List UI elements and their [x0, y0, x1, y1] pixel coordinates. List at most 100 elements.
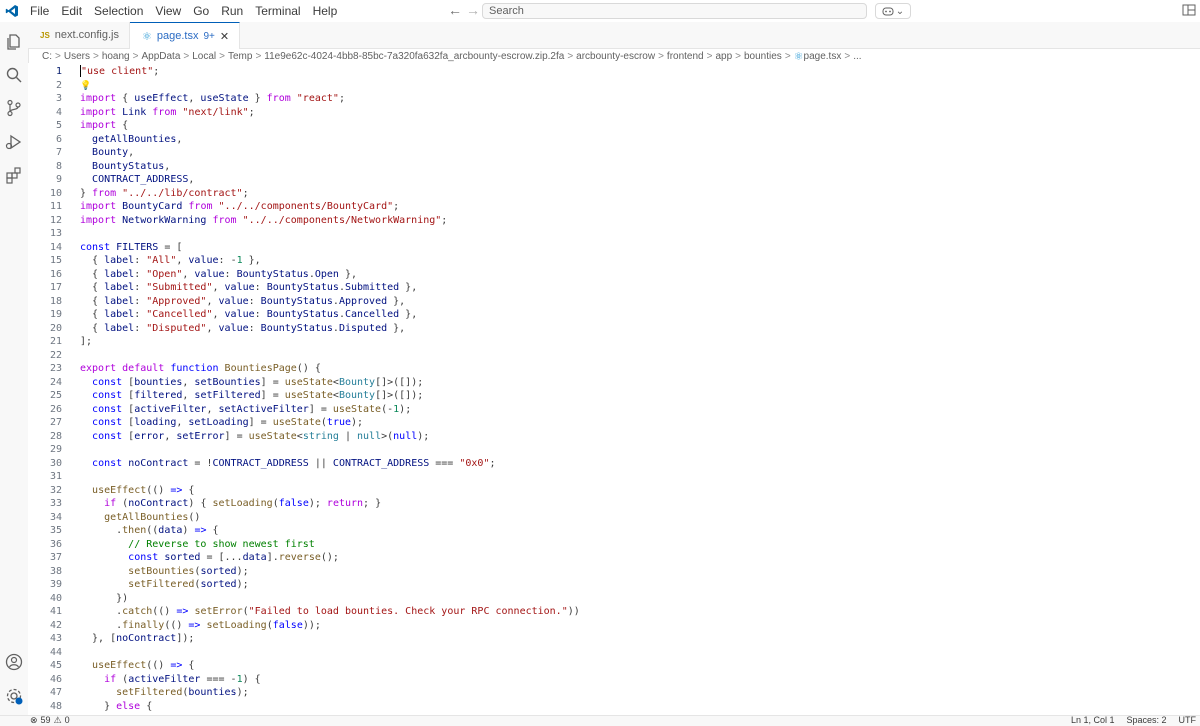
breadcrumb-item[interactable]: hoang	[102, 51, 130, 62]
code-line[interactable]: 35 .then((data) => {	[28, 524, 219, 538]
close-icon[interactable]: ✕	[220, 30, 229, 43]
code-line[interactable]: 11 import BountyCard from "../../componen…	[28, 200, 399, 214]
code-line[interactable]: 22	[28, 349, 80, 363]
code-line[interactable]: 25 const [filtered, setFiltered] = useSt…	[28, 389, 423, 403]
code-line[interactable]: 3 import { useEffect, useState } from "re…	[28, 92, 345, 106]
code-line[interactable]: 46 if (activeFilter === -1) {	[28, 673, 261, 687]
code-line[interactable]: 2 💡	[28, 79, 91, 93]
code-line[interactable]: 33 if (noContract) { setLoading(false); …	[28, 497, 381, 511]
code-line[interactable]: 45 useEffect(() => {	[28, 659, 194, 673]
code-line[interactable]: 48 } else {	[28, 700, 152, 714]
tab-page-tsx[interactable]: ⚛ page.tsx 9+ ✕	[130, 22, 241, 49]
code-line[interactable]: 8 BountyStatus,	[28, 160, 170, 174]
code-line[interactable]: 16 { label: "Open", value: BountyStatus.…	[28, 268, 357, 282]
code-line[interactable]: 26 const [activeFilter, setActiveFilter]…	[28, 403, 411, 417]
breadcrumb-item[interactable]: AppData	[141, 51, 180, 62]
code-line[interactable]: 20 { label: "Disputed", value: BountySta…	[28, 322, 405, 336]
menu-go[interactable]: Go	[187, 0, 215, 22]
breadcrumb-item[interactable]: Local	[192, 51, 216, 62]
code-line[interactable]: 30 const noContract = !CONTRACT_ADDRESS …	[28, 457, 496, 471]
code-line[interactable]: 31	[28, 470, 80, 484]
code-line[interactable]: 14 const FILTERS = [	[28, 241, 182, 255]
code-line[interactable]: 42 .finally(() => setLoading(false));	[28, 619, 321, 633]
breadcrumb-item[interactable]: Temp	[228, 51, 252, 62]
error-count[interactable]: 59	[41, 715, 51, 726]
settings-gear-icon[interactable]	[4, 686, 24, 706]
code-line[interactable]: 15 { label: "All", value: -1 },	[28, 254, 261, 268]
code-line[interactable]: 24 const [bounties, setBounties] = useSt…	[28, 376, 423, 390]
menu-selection[interactable]: Selection	[88, 0, 149, 22]
code-token: ,	[212, 309, 225, 320]
code-line[interactable]: 6 getAllBounties,	[28, 133, 182, 147]
code-line[interactable]: 21];	[28, 335, 92, 349]
menu-edit[interactable]: Edit	[55, 0, 88, 22]
breadcrumb-item[interactable]: bounties	[744, 51, 782, 62]
error-icon[interactable]: ⊗	[30, 715, 38, 726]
menu-file[interactable]: File	[24, 0, 55, 22]
code-line[interactable]: 18 { label: "Approved", value: BountySta…	[28, 295, 405, 309]
explorer-icon[interactable]	[4, 32, 24, 52]
breadcrumb-item[interactable]: arcbounty-escrow	[576, 51, 655, 62]
code-line[interactable]: 4 import Link from "next/link";	[28, 106, 255, 120]
code-line[interactable]: 17 { label: "Submitted", value: BountySt…	[28, 281, 417, 295]
code-line[interactable]: 28 const [error, setError] = useState<st…	[28, 430, 429, 444]
code-line[interactable]: 47 setFiltered(bounties);	[28, 686, 249, 700]
breadcrumb-item[interactable]: C:	[42, 51, 52, 62]
menu-help[interactable]: Help	[307, 0, 344, 22]
warning-icon[interactable]: ⚠	[54, 715, 62, 726]
code-token: ;	[489, 457, 496, 469]
code-line[interactable]: 34 getAllBounties()	[28, 511, 200, 525]
code-line[interactable]: 12 import NetworkWarning from "../../comp…	[28, 214, 447, 228]
code-token: value	[218, 295, 249, 307]
breadcrumb-item[interactable]: page.tsx	[804, 51, 842, 62]
command-center-search[interactable]: Search	[482, 3, 867, 19]
code-line[interactable]: 7 Bounty,	[28, 146, 134, 160]
breadcrumb-item[interactable]: ...	[853, 51, 861, 62]
menu-run[interactable]: Run	[215, 0, 249, 22]
code-line[interactable]: 41 .catch(() => setError("Failed to load…	[28, 605, 580, 619]
code-line[interactable]: 32 useEffect(() => {	[28, 484, 194, 498]
code-line[interactable]: 44	[28, 646, 80, 660]
code-token: from	[92, 187, 117, 199]
tab-next-config[interactable]: JS next.config.js	[28, 22, 130, 48]
breadcrumb-item[interactable]: app	[715, 51, 732, 62]
layout-toggle-icon[interactable]	[1182, 3, 1196, 17]
breadcrumb-item[interactable]: frontend	[667, 51, 704, 62]
lightbulb-icon[interactable]: 💡	[80, 81, 91, 91]
code-line[interactable]: 10} from "../../lib/contract";	[28, 187, 249, 201]
code-line[interactable]: 23 export default function BountiesPage()…	[28, 362, 321, 376]
code-line[interactable]: 38 setBounties(sorted);	[28, 565, 249, 579]
breadcrumb-item[interactable]: 11e9e62c-4024-4bb8-85bc-7a320fa632fa_arc…	[264, 51, 564, 62]
code-line[interactable]: 1 "use client";	[28, 65, 159, 79]
line-number: 4	[55, 106, 62, 118]
run-debug-icon[interactable]	[4, 132, 24, 152]
code-line[interactable]: 43 }, [noContract]);	[28, 632, 194, 646]
code-line[interactable]: 13	[28, 227, 80, 241]
code-token: ();	[320, 552, 339, 563]
code-line[interactable]: 40 })	[28, 592, 128, 606]
search-icon[interactable]	[4, 65, 24, 85]
breadcrumb-item[interactable]: Users	[64, 51, 90, 62]
code-line[interactable]: 5 import {	[28, 119, 128, 133]
back-arrow-icon[interactable]: ←	[448, 2, 462, 18]
code-line[interactable]: 36 // Reverse to show newest first	[28, 538, 315, 552]
cursor-position[interactable]: Ln 1, Col 1	[1071, 715, 1115, 725]
copilot-button[interactable]: ⌄	[875, 3, 911, 19]
code-line[interactable]: 37 const sorted = [...data].reverse();	[28, 551, 339, 565]
code-token: ((	[146, 525, 159, 536]
code-line[interactable]: 19 { label: "Cancelled", value: BountySt…	[28, 308, 417, 322]
code-editor[interactable]: 1 "use client"; 2 💡 3 import { useEffect, use…	[28, 63, 1200, 715]
forward-arrow-icon[interactable]: →	[466, 2, 480, 18]
code-line[interactable]: 9 CONTRACT_ADDRESS,	[28, 173, 194, 187]
code-line[interactable]: 27 const [loading, setLoading] = useStat…	[28, 416, 363, 430]
source-control-icon[interactable]	[4, 98, 24, 118]
menu-view[interactable]: View	[149, 0, 187, 22]
menu-terminal[interactable]: Terminal	[249, 0, 306, 22]
indentation[interactable]: Spaces: 2	[1126, 715, 1166, 725]
code-line[interactable]: 29	[28, 443, 80, 457]
accounts-icon[interactable]	[4, 652, 24, 672]
code-line[interactable]: 39 setFiltered(sorted);	[28, 578, 249, 592]
warning-count[interactable]: 0	[65, 715, 70, 726]
encoding[interactable]: UTF	[1179, 715, 1197, 725]
extensions-icon[interactable]	[4, 165, 24, 185]
